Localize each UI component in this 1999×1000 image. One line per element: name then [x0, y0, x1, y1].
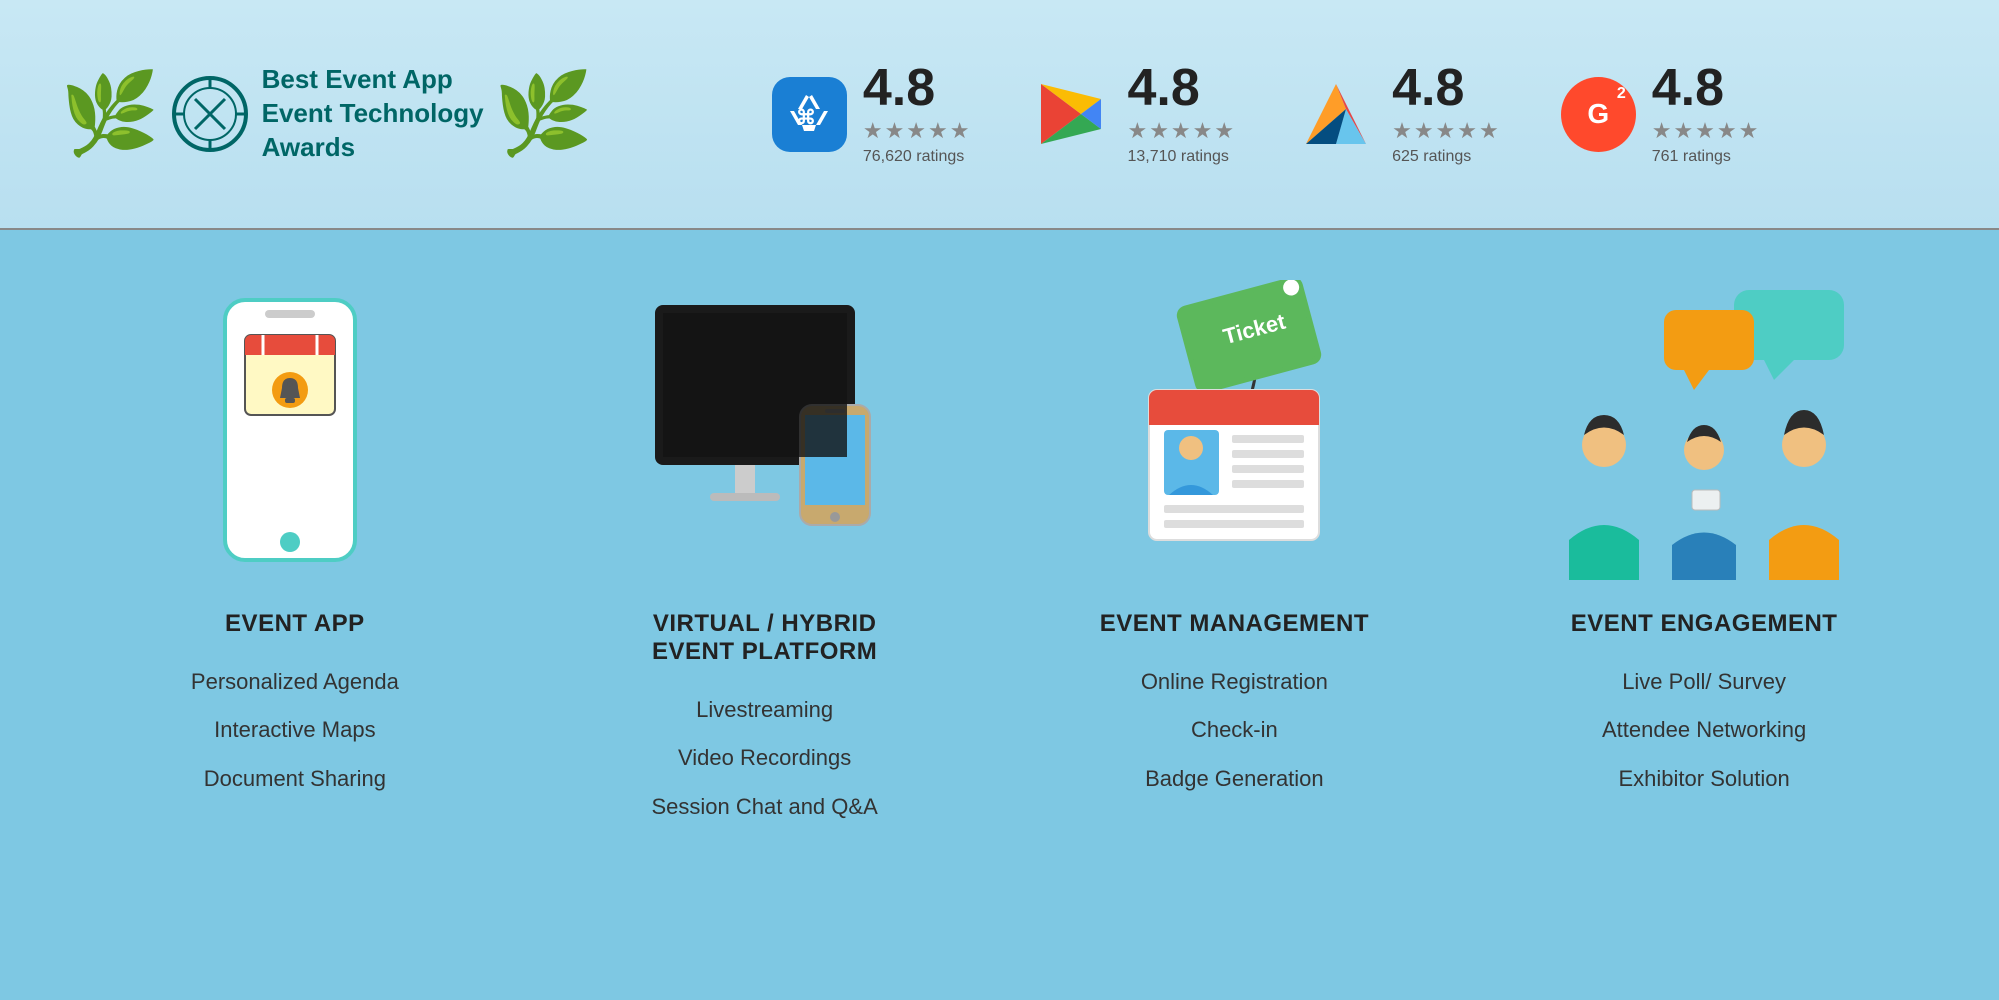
- virtual-hybrid-illustration: [625, 270, 905, 590]
- ratings-section: ⌘ 4.8 ★★★★★ 76,620 ratings 4.8 ★★★★★ 13,…: [593, 62, 1939, 166]
- g2-score: 4.8: [1652, 62, 1761, 114]
- event-engagement-illustration: [1544, 270, 1864, 590]
- svg-text:⌘: ⌘: [796, 107, 816, 129]
- capterra-rating-info: 4.8 ★★★★★ 625 ratings: [1392, 62, 1501, 166]
- header-section: 🌿 Best Event App Event Technology Awards…: [0, 0, 1999, 230]
- appstore-stars: ★★★★★: [863, 118, 972, 144]
- g2-count: 761 ratings: [1652, 148, 1761, 166]
- playstore-count: 13,710 ratings: [1127, 148, 1236, 166]
- g2-stars: ★★★★★: [1652, 118, 1761, 144]
- appstore-count: 76,620 ratings: [863, 148, 972, 166]
- feature-item: Exhibitor Solution: [1602, 755, 1806, 803]
- event-engagement-title: EVENT ENGAGEMENT: [1571, 610, 1838, 638]
- event-app-illustration: [185, 270, 405, 590]
- award-section: 🌿 Best Event App Event Technology Awards…: [60, 63, 593, 164]
- playstore-icon: [1031, 74, 1111, 154]
- award-text: Best Event App Event Technology Awards: [262, 63, 484, 164]
- feature-item: Session Chat and Q&A: [652, 783, 878, 831]
- appstore-icon: ⌘: [772, 77, 847, 152]
- virtual-hybrid-title: VIRTUAL / HYBRID EVENT PLATFORM: [652, 610, 877, 666]
- playstore-score: 4.8: [1127, 62, 1236, 114]
- virtual-hybrid-features: Livestreaming Video Recordings Session C…: [652, 686, 878, 831]
- feature-item: Check-in: [1141, 706, 1328, 754]
- g2-rating: G2 4.8 ★★★★★ 761 ratings: [1561, 62, 1761, 166]
- feature-item: Attendee Networking: [1602, 706, 1806, 754]
- virtual-hybrid-column: VIRTUAL / HYBRID EVENT PLATFORM Livestre…: [530, 270, 1000, 980]
- appstore-rating-info: 4.8 ★★★★★ 76,620 ratings: [863, 62, 972, 166]
- event-engagement-column: EVENT ENGAGEMENT Live Poll/ Survey Atten…: [1469, 270, 1939, 980]
- laurel-left-icon: 🌿: [60, 74, 160, 154]
- capterra-stars: ★★★★★: [1392, 118, 1501, 144]
- g2-rating-info: 4.8 ★★★★★ 761 ratings: [1652, 62, 1761, 166]
- event-engagement-features: Live Poll/ Survey Attendee Networking Ex…: [1602, 658, 1806, 803]
- g2-icon: G2: [1561, 77, 1636, 152]
- feature-item: Interactive Maps: [191, 706, 399, 754]
- capterra-count: 625 ratings: [1392, 148, 1501, 166]
- main-content: EVENT APP Personalized Agenda Interactiv…: [0, 230, 1999, 1000]
- laurel-right-icon: 🌿: [494, 74, 594, 154]
- feature-item: Online Registration: [1141, 658, 1328, 706]
- event-management-title: EVENT MANAGEMENT: [1100, 610, 1369, 638]
- capterra-icon: [1296, 74, 1376, 154]
- feature-item: Video Recordings: [652, 734, 878, 782]
- award-icon: [170, 74, 250, 154]
- award-badge: Best Event App Event Technology Awards: [160, 63, 494, 164]
- feature-item: Livestreaming: [652, 686, 878, 734]
- event-app-title: EVENT APP: [225, 610, 365, 638]
- appstore-score: 4.8: [863, 62, 972, 114]
- playstore-rating: 4.8 ★★★★★ 13,710 ratings: [1031, 62, 1236, 166]
- event-management-illustration: Ticket: [1094, 270, 1374, 590]
- appstore-rating: ⌘ 4.8 ★★★★★ 76,620 ratings: [772, 62, 972, 166]
- capterra-score: 4.8: [1392, 62, 1501, 114]
- capterra-rating: 4.8 ★★★★★ 625 ratings: [1296, 62, 1501, 166]
- playstore-stars: ★★★★★: [1127, 118, 1236, 144]
- event-app-features: Personalized Agenda Interactive Maps Doc…: [191, 658, 399, 803]
- feature-item: Personalized Agenda: [191, 658, 399, 706]
- feature-item: Document Sharing: [191, 755, 399, 803]
- event-app-column: EVENT APP Personalized Agenda Interactiv…: [60, 270, 530, 980]
- feature-item: Badge Generation: [1141, 755, 1328, 803]
- event-management-features: Online Registration Check-in Badge Gener…: [1141, 658, 1328, 803]
- feature-item: Live Poll/ Survey: [1602, 658, 1806, 706]
- playstore-rating-info: 4.8 ★★★★★ 13,710 ratings: [1127, 62, 1236, 166]
- event-management-column: Ticket EVENT MANAGEMEN: [1000, 270, 1470, 980]
